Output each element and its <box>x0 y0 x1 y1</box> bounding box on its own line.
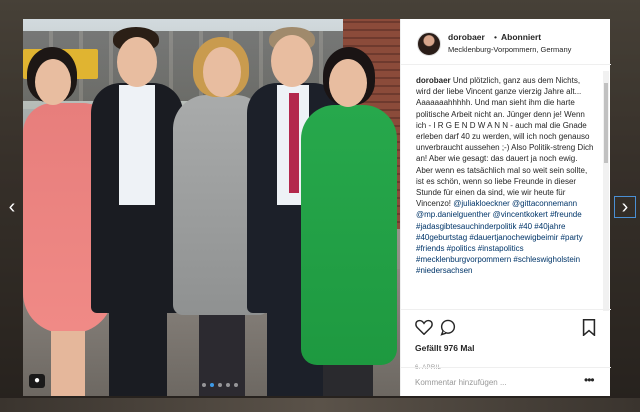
post-modal: ● dorobaer • Abonniert Mecklenburg-Vorpo… <box>23 19 611 396</box>
post-header: dorobaer • Abonniert Mecklenburg-Vorpomm… <box>401 19 611 65</box>
heart-icon[interactable] <box>415 319 433 335</box>
bookmark-icon[interactable] <box>582 319 596 336</box>
person-tag-icon[interactable]: ● <box>29 374 45 388</box>
comment-icon[interactable] <box>439 319 457 336</box>
comment-input[interactable] <box>415 375 565 389</box>
carousel-dot <box>210 383 214 387</box>
header-separator: • <box>494 32 497 42</box>
caption-tags[interactable]: @juliakloeckner @gittaconnemann @mp.dani… <box>416 199 583 275</box>
caption-text: Und plötzlich, ganz aus dem Nichts, wird… <box>416 76 594 209</box>
location-link[interactable]: Mecklenburg-Vorpommern, Germany <box>448 45 571 54</box>
caption-username[interactable]: dorobaer <box>416 76 451 85</box>
post-sidebar: dorobaer • Abonniert Mecklenburg-Vorpomm… <box>400 19 611 396</box>
carousel-dot <box>202 383 206 387</box>
caption-scrollbar[interactable] <box>603 71 609 311</box>
post-caption: dorobaer Und plötzlich, ganz aus dem Nic… <box>416 75 596 307</box>
carousel-dot <box>226 383 230 387</box>
scrollbar-thumb[interactable] <box>604 83 608 163</box>
carousel-dot <box>234 383 238 387</box>
header-username[interactable]: dorobaer <box>448 32 485 42</box>
chevron-left-icon[interactable]: ‹ <box>2 197 22 217</box>
carousel-indicator <box>202 383 238 387</box>
background-strip <box>0 398 640 412</box>
avatar[interactable] <box>417 32 441 56</box>
like-count[interactable]: Gefällt 976 Mal <box>415 343 475 353</box>
post-photo[interactable]: ● <box>23 19 400 396</box>
comment-bar: ••• <box>401 367 611 396</box>
more-options-button[interactable]: ••• <box>584 373 595 387</box>
chevron-right-icon[interactable]: › <box>614 196 636 218</box>
follow-button[interactable]: Abonniert <box>501 32 541 42</box>
carousel-dot <box>218 383 222 387</box>
